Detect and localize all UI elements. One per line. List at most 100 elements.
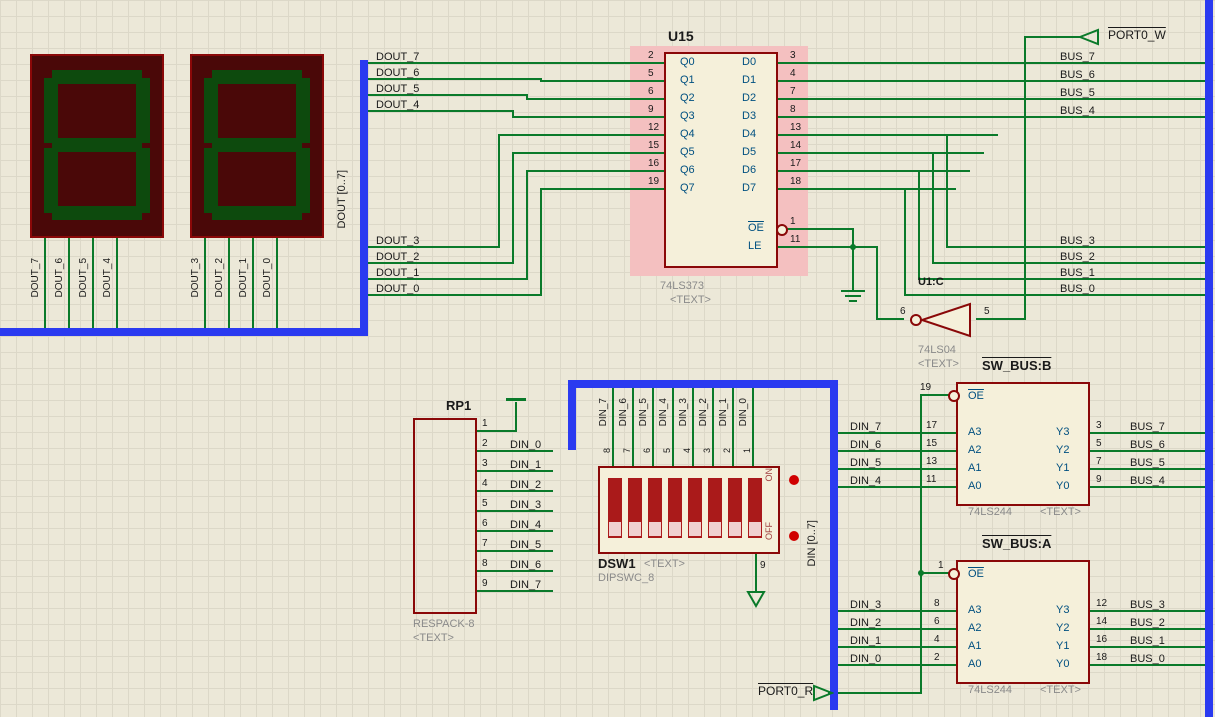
rp1-num0: 1 [482, 418, 488, 429]
pin-dout1: DOUT_1 [238, 258, 249, 297]
swb-l-name1: A2 [968, 444, 981, 456]
swb-l-name3: A0 [968, 480, 981, 492]
dsw-net-0: DIN_7 [598, 398, 609, 426]
swb-l-name0: A3 [968, 426, 981, 438]
swb-oe: 19 [920, 382, 931, 393]
bus-right [1205, 0, 1213, 717]
u15-ref: U15 [668, 28, 694, 44]
u15-l-name3: Q3 [680, 110, 695, 122]
u15-l-name5: Q5 [680, 146, 695, 158]
dsw1-off: OFF [764, 522, 774, 540]
port0r-arrow-icon [812, 684, 834, 702]
swa-r-net0: BUS_3 [1130, 599, 1165, 611]
u15-l-num3: 9 [648, 104, 654, 115]
rp1-net1: DIN_0 [510, 439, 541, 451]
u15-r-num1: 4 [790, 68, 796, 79]
sevenseg-left[interactable] [30, 54, 164, 238]
swb-text: <TEXT> [1040, 506, 1081, 518]
dsw-pin0: 8 [602, 448, 612, 453]
bus-din-v2 [830, 380, 838, 710]
dsw1-ref: DSW1 [598, 556, 636, 571]
rp1-num6: 7 [482, 538, 488, 549]
net-dout7: DOUT_7 [376, 51, 419, 63]
net-dout0: DOUT_0 [376, 283, 419, 295]
dsw-pin7: 1 [742, 448, 752, 453]
swa-r-name1: Y2 [1056, 622, 1069, 634]
dout-bus-label: DOUT [0..7] [336, 170, 348, 228]
rp1-num1: 2 [482, 438, 488, 449]
swb-r-net0: BUS_7 [1130, 421, 1165, 433]
bus-mid-0: BUS_3 [1060, 235, 1095, 247]
swb-r-name1: Y2 [1056, 444, 1069, 456]
rp1-num3: 4 [482, 478, 488, 489]
u15-l-num2: 6 [648, 86, 654, 97]
rp1-text: <TEXT> [413, 632, 454, 644]
rp1-net7: DIN_6 [510, 559, 541, 571]
port0w-arrow-icon [1078, 28, 1100, 46]
net-dout4: DOUT_4 [376, 99, 419, 111]
rp1-net4: DIN_3 [510, 499, 541, 511]
bus-dout-v [360, 60, 368, 336]
bus-mid-1: BUS_2 [1060, 251, 1095, 263]
rp1-net6: DIN_5 [510, 539, 541, 551]
bus-din-v1 [568, 380, 576, 450]
swa-r-num1: 14 [1096, 616, 1107, 627]
probe-red-2 [789, 531, 799, 541]
swa-oe: 1 [938, 560, 944, 571]
dsw-pin4: 4 [682, 448, 692, 453]
dsw-net-5: DIN_2 [698, 398, 709, 426]
u15-l-num4: 12 [648, 122, 659, 133]
u15-r-name4: D4 [742, 128, 756, 140]
dsw-net-4: DIN_3 [678, 398, 689, 426]
u15-l-name1: Q1 [680, 74, 695, 86]
rp1-net8: DIN_7 [510, 579, 541, 591]
dip-dsw1[interactable] [598, 466, 780, 554]
swb-r-num1: 5 [1096, 438, 1102, 449]
dsw-pin1: 7 [622, 448, 632, 453]
rp1-ref: RP1 [446, 398, 471, 413]
dsw1-part: DIPSWC_8 [598, 572, 654, 584]
swa-l-num3: 2 [934, 652, 940, 663]
rp1-num7: 8 [482, 558, 488, 569]
swb-r-net2: BUS_5 [1130, 457, 1165, 469]
u15-r-name7: D7 [742, 182, 756, 194]
u15-l-num1: 5 [648, 68, 654, 79]
swa-r-num0: 12 [1096, 598, 1107, 609]
swa-l-net2: DIN_1 [850, 635, 881, 647]
u15-r-name6: D6 [742, 164, 756, 176]
bus-mid-3: BUS_0 [1060, 283, 1095, 295]
swb-l-net1: DIN_6 [850, 439, 881, 451]
bus-top-2: BUS_5 [1060, 87, 1095, 99]
dsw-net-6: DIN_1 [718, 398, 729, 426]
pin-dout5: DOUT_5 [78, 258, 89, 297]
net-dout2: DOUT_2 [376, 251, 419, 263]
swa-r-num3: 18 [1096, 652, 1107, 663]
bus-din-h [568, 380, 838, 388]
sevenseg-right[interactable] [190, 54, 324, 238]
dsw-net-1: DIN_6 [618, 398, 629, 426]
swa-l-num2: 4 [934, 634, 940, 645]
swa-r-name0: Y3 [1056, 604, 1069, 616]
swb-l-num1: 15 [926, 438, 937, 449]
inverter-u1c[interactable] [904, 300, 976, 340]
u15-r-num4: 13 [790, 122, 801, 133]
swa-l-net3: DIN_0 [850, 653, 881, 665]
u15-l-num7: 19 [648, 176, 659, 187]
swb-r-num0: 3 [1096, 420, 1102, 431]
swa-r-name2: Y1 [1056, 640, 1069, 652]
u1c-part: 74LS04 [918, 344, 956, 356]
schematic-canvas[interactable]: DOUT_7 DOUT_6 DOUT_5 DOUT_4 DOUT_3 DOUT_… [0, 0, 1215, 717]
pin-dout6: DOUT_6 [54, 258, 65, 297]
pin-dout2: DOUT_2 [214, 258, 225, 297]
swa-l-num0: 8 [934, 598, 940, 609]
u15-l-name4: Q4 [680, 128, 695, 140]
swb-l-net3: DIN_4 [850, 475, 881, 487]
dsw1-pin9: 9 [760, 560, 766, 571]
respack-rp1[interactable] [413, 418, 477, 614]
u15-oe-num: 1 [790, 216, 796, 227]
pin-dout0: DOUT_0 [262, 258, 273, 297]
swb-l-name2: A1 [968, 462, 981, 474]
net-dout5: DOUT_5 [376, 83, 419, 95]
rp1-num2: 3 [482, 458, 488, 469]
swa-l-name0: A3 [968, 604, 981, 616]
